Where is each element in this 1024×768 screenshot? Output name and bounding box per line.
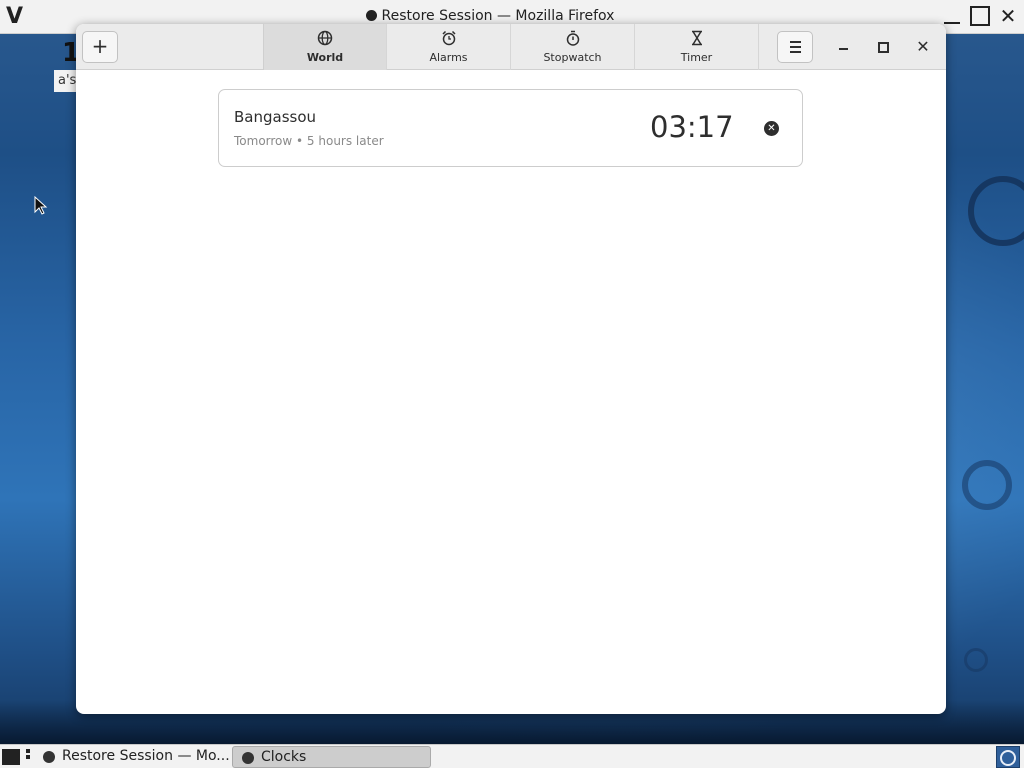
- maximize-button[interactable]: [871, 35, 895, 59]
- firefox-icon: [43, 751, 55, 763]
- add-world-clock-button[interactable]: +: [82, 31, 118, 63]
- system-tray-icon[interactable]: [996, 746, 1020, 768]
- firefox-window-controls: ✕: [940, 4, 1020, 28]
- hourglass-icon: [635, 30, 758, 48]
- desktop-logo-decoration: [962, 460, 1012, 510]
- tab-label: Stopwatch: [543, 51, 602, 64]
- taskbar-handle-icon[interactable]: [26, 749, 30, 765]
- alarm-clock-icon: [387, 30, 510, 48]
- globe-icon: [264, 30, 386, 48]
- firefox-maximize-button[interactable]: [970, 6, 990, 26]
- tab-stopwatch[interactable]: Stopwatch: [511, 24, 635, 70]
- view-switcher: World Alarms Stopwatch Timer: [263, 24, 759, 70]
- tab-label: Timer: [680, 51, 713, 64]
- taskbar-item-label: Clocks: [261, 749, 307, 765]
- taskbar-item-clocks[interactable]: Clocks: [232, 746, 431, 768]
- clocks-headerbar: + World Alarms Stopwatch Timer ✕: [76, 24, 946, 70]
- tab-world[interactable]: World: [263, 24, 387, 70]
- firefox-close-button[interactable]: ✕: [996, 4, 1020, 28]
- taskbar-item-firefox[interactable]: Restore Session — Mo...: [34, 746, 230, 768]
- taskbar: Restore Session — Mo... Clocks: [0, 744, 1024, 768]
- tab-label: Alarms: [429, 51, 468, 64]
- city-time-difference: Tomorrow • 5 hours later: [234, 134, 384, 148]
- stopwatch-icon: [511, 30, 634, 48]
- main-menu-button[interactable]: [777, 31, 813, 63]
- taskbar-item-label: Restore Session — Mo...: [62, 748, 230, 764]
- hamburger-icon: [778, 41, 812, 53]
- minimize-button[interactable]: [831, 35, 855, 59]
- tab-alarms[interactable]: Alarms: [387, 24, 511, 70]
- tab-timer[interactable]: Timer: [635, 24, 759, 70]
- applications-menu-icon[interactable]: [2, 749, 20, 765]
- city-time: 03:17: [650, 110, 734, 144]
- desktop-logo-decoration: [964, 648, 988, 672]
- mouse-cursor-icon: [34, 196, 48, 215]
- firefox-window-title: Restore Session — Mozilla Firefox: [0, 8, 980, 24]
- remove-clock-icon[interactable]: ✕: [764, 121, 779, 136]
- firefox-icon: [365, 10, 377, 21]
- world-clock-row[interactable]: Bangassou Tomorrow • 5 hours later 03:17…: [218, 89, 803, 167]
- tab-label: World: [306, 51, 344, 64]
- close-button[interactable]: ✕: [911, 35, 935, 59]
- clocks-icon: [242, 752, 254, 764]
- clocks-window: + World Alarms Stopwatch Timer ✕ Bangass…: [76, 24, 946, 714]
- city-name: Bangassou: [234, 108, 317, 126]
